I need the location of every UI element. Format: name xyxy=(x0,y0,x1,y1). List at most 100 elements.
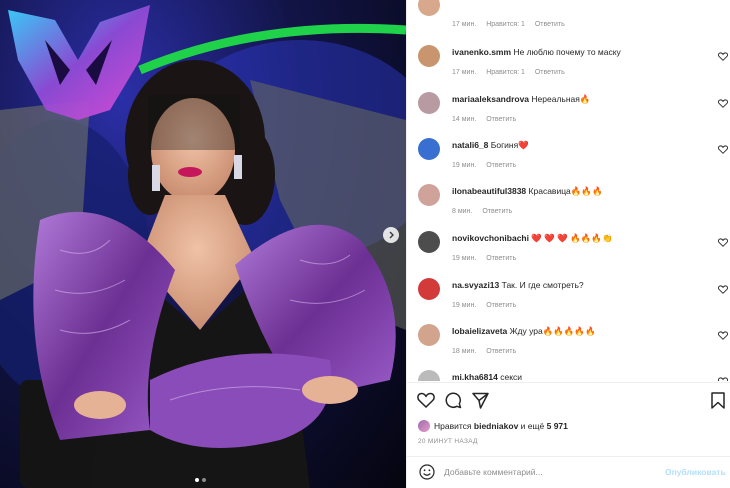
publish-button[interactable]: Опубликовать xyxy=(665,467,726,477)
reply-link[interactable]: Ответить xyxy=(486,116,516,123)
reply-link[interactable]: Ответить xyxy=(535,21,565,28)
comment-item: lobaielizaveta Жду ура🔥🔥🔥🔥🔥 18 мин. Отве… xyxy=(407,321,730,367)
reply-link[interactable]: Ответить xyxy=(486,302,516,309)
comment-item: mariaaleksandrova Нереальная🔥 14 мин. От… xyxy=(407,89,730,135)
comment-body: Богиня❤️ xyxy=(490,140,529,150)
comment-time: 18 мин. xyxy=(452,348,477,355)
comment-username[interactable]: mi.kha6814 xyxy=(452,372,498,381)
heart-icon[interactable] xyxy=(718,52,728,61)
avatar[interactable] xyxy=(418,92,440,114)
share-button[interactable] xyxy=(469,389,491,411)
avatar[interactable] xyxy=(418,0,440,16)
comment-body: секси xyxy=(500,372,523,381)
comment-item: mi.kha6814 секси xyxy=(407,367,730,381)
carousel-dots xyxy=(195,478,206,482)
comment-text: mariaaleksandrova Нереальная🔥 xyxy=(452,94,590,105)
comment-text: lobaielizaveta Жду ура🔥🔥🔥🔥🔥 xyxy=(452,326,596,337)
avatar[interactable] xyxy=(418,370,440,381)
avatar xyxy=(418,420,430,432)
comment-meta: 17 мин. Нравится: 1 Ответить xyxy=(452,69,573,76)
comment-likes[interactable]: Нравится: 1 xyxy=(486,21,525,28)
comment-body: Красавица🔥🔥🔥 xyxy=(528,186,603,196)
heart-icon[interactable] xyxy=(718,99,728,108)
like-button[interactable] xyxy=(415,389,437,411)
heart-icon[interactable] xyxy=(718,238,728,247)
comment-text: ilonabeautiful3838 Красавица🔥🔥🔥 xyxy=(452,186,603,197)
comment-time: 8 мин. xyxy=(452,208,473,215)
add-comment-input[interactable] xyxy=(444,464,659,480)
save-button[interactable] xyxy=(707,389,729,411)
liked-by-user[interactable]: biedniakov xyxy=(474,421,518,431)
comment-item: ivanenko.smm Не люблю почему то маску 17… xyxy=(407,42,730,88)
comment-username[interactable]: na.svyazi13 xyxy=(452,280,499,290)
likes-count[interactable]: 5 971 xyxy=(547,421,568,431)
reply-link[interactable]: Ответить xyxy=(482,208,512,215)
reply-link[interactable]: Ответить xyxy=(535,69,565,76)
comment-body: Так. И где смотреть? xyxy=(501,280,584,290)
heart-icon[interactable] xyxy=(718,331,728,340)
avatar[interactable] xyxy=(418,231,440,253)
heart-icon xyxy=(417,392,435,408)
comment-item: ilonabeautiful3838 Красавица🔥🔥🔥 8 мин. О… xyxy=(407,181,730,227)
bookmark-icon xyxy=(711,391,725,409)
comment-item: novikovchonibachi ❤️ ❤️ ❤️ 🔥🔥🔥👏 19 мин. … xyxy=(407,228,730,274)
heart-icon[interactable] xyxy=(718,145,728,154)
comment-meta: 19 мин. Ответить xyxy=(452,255,524,262)
comment-likes[interactable]: Нравится: 1 xyxy=(486,69,525,76)
next-photo-button[interactable] xyxy=(383,227,399,243)
reply-link[interactable]: Ответить xyxy=(486,162,516,169)
comment-meta: 18 мин. Ответить xyxy=(452,348,524,355)
post-side-panel: 17 мин. Нравится: 1 Ответить ivanenko.sm… xyxy=(406,0,730,488)
share-icon xyxy=(471,392,489,409)
comment-username[interactable]: mariaaleksandrova xyxy=(452,94,529,104)
comment-text: novikovchonibachi ❤️ ❤️ ❤️ 🔥🔥🔥👏 xyxy=(452,233,613,244)
post-actions-bar xyxy=(407,389,730,411)
comment-username[interactable]: natali6_8 xyxy=(452,140,488,150)
comment-time: 19 мин. xyxy=(452,162,477,169)
avatar[interactable] xyxy=(418,184,440,206)
likes-joiner: и ещё xyxy=(520,421,545,431)
comment-text: mi.kha6814 секси xyxy=(452,372,522,381)
post-photo-illustration xyxy=(0,5,406,488)
comment-body: Нереальная🔥 xyxy=(531,94,591,104)
comment-username[interactable]: ivanenko.smm xyxy=(452,47,511,57)
heart-icon[interactable] xyxy=(718,285,728,294)
comments-list: 17 мин. Нравится: 1 Ответить ivanenko.sm… xyxy=(407,0,730,381)
comment-username[interactable]: ilonabeautiful3838 xyxy=(452,186,526,196)
comment-icon xyxy=(445,392,461,408)
avatar[interactable] xyxy=(418,324,440,346)
divider xyxy=(407,382,730,383)
carousel-dot xyxy=(195,478,199,482)
comment-text: na.svyazi13 Так. И где смотреть? xyxy=(452,280,584,291)
comment-username[interactable]: lobaielizaveta xyxy=(452,326,507,336)
comment-time: 19 мин. xyxy=(452,302,477,309)
comment-meta: 14 мин. Ответить xyxy=(452,116,524,123)
comment-text: natali6_8 Богиня❤️ xyxy=(452,140,529,151)
reply-link[interactable]: Ответить xyxy=(486,348,516,355)
avatar[interactable] xyxy=(418,138,440,160)
heart-icon[interactable] xyxy=(718,377,728,381)
divider xyxy=(407,456,730,457)
likes-prefix: Нравится xyxy=(434,421,472,431)
comment-meta: 8 мин. Ответить xyxy=(452,208,520,215)
post-image[interactable] xyxy=(0,0,406,488)
likes-summary[interactable]: Нравится biedniakov и ещё 5 971 xyxy=(418,420,568,432)
comment-meta: 19 мин. Ответить xyxy=(452,162,524,169)
comment-button[interactable] xyxy=(442,389,464,411)
chevron-right-icon xyxy=(389,231,394,239)
post-time-ago[interactable]: 20 МИНУТ НАЗАД xyxy=(418,438,478,445)
carousel-dot xyxy=(202,478,206,482)
comment-meta: 17 мин. Нравится: 1 Ответить xyxy=(452,21,573,28)
comment-time: 17 мин. xyxy=(452,69,477,76)
comment-text: ivanenko.smm Не люблю почему то маску xyxy=(452,47,621,58)
reply-link[interactable]: Ответить xyxy=(486,255,516,262)
comment-body: Жду ура🔥🔥🔥🔥🔥 xyxy=(509,326,596,336)
comment-item: 17 мин. Нравится: 1 Ответить xyxy=(407,0,730,34)
comment-time: 19 мин. xyxy=(452,255,477,262)
comment-username[interactable]: novikovchonibachi xyxy=(452,233,529,243)
smiley-icon[interactable] xyxy=(419,464,435,480)
avatar[interactable] xyxy=(418,278,440,300)
comment-item: na.svyazi13 Так. И где смотреть? 19 мин.… xyxy=(407,275,730,321)
avatar[interactable] xyxy=(418,45,440,67)
comment-meta: 19 мин. Ответить xyxy=(452,302,524,309)
